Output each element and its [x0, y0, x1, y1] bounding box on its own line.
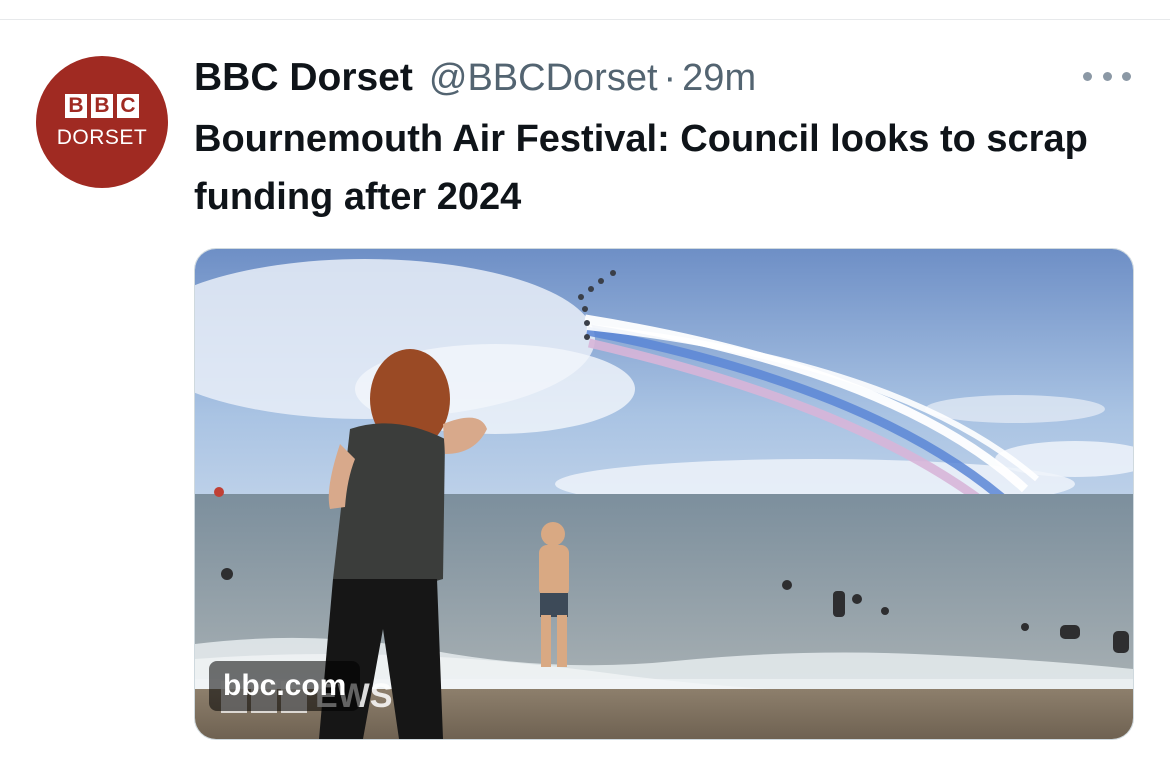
- card-domain-badge: bbc.com: [209, 661, 361, 711]
- dot: [1102, 71, 1112, 81]
- top-divider: [0, 19, 1170, 20]
- bbc-logo: B B C: [65, 94, 139, 118]
- tweet-header: BBC Dorset @BBCDorset · 29m: [194, 54, 756, 102]
- avatar-subtitle: DORSET: [56, 126, 148, 149]
- bbc-logo-letter: B: [65, 94, 87, 118]
- timestamp[interactable]: 29m: [682, 57, 756, 100]
- tweet-text: Bournemouth Air Festival: Council looks …: [194, 118, 1088, 218]
- user-handle[interactable]: @BBCDorset: [429, 57, 658, 100]
- dot: [1122, 71, 1131, 81]
- link-card[interactable]: EWS bbc.com: [194, 248, 1134, 740]
- display-name[interactable]: BBC Dorset: [194, 56, 413, 100]
- avatar[interactable]: B B C DORSET: [36, 56, 168, 188]
- separator-dot: ·: [663, 56, 677, 99]
- bbc-logo-letter: C: [117, 94, 139, 118]
- more-dots-icon[interactable]: [1083, 64, 1131, 88]
- dot: [1083, 71, 1092, 81]
- bbc-logo-letter: B: [91, 94, 113, 118]
